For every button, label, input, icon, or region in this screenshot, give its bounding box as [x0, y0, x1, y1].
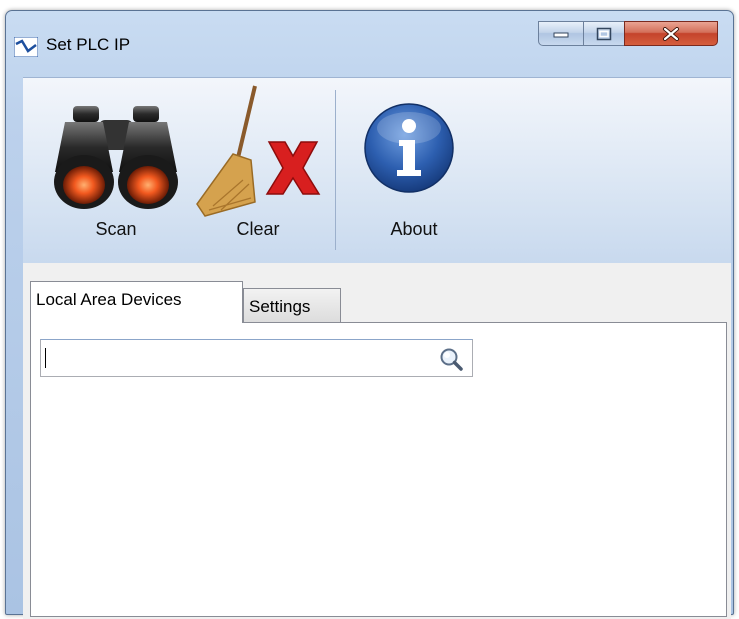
magnifier-icon[interactable] — [438, 346, 464, 372]
window-title: Set PLC IP — [46, 35, 131, 54]
tab-panel — [30, 322, 727, 617]
broom-with-red-x-icon — [196, 85, 321, 217]
about-label: About — [390, 219, 438, 239]
minimize-icon — [553, 32, 569, 37]
clear-label: Clear — [236, 219, 280, 239]
text-caret — [45, 348, 46, 368]
clear-button[interactable]: Clear — [183, 84, 333, 254]
about-button[interactable]: About — [339, 84, 489, 254]
app-window: Set PLC IP Scan Clear About Local Area D… — [5, 10, 734, 619]
tab-local-area-devices[interactable]: Local Area Devices — [30, 281, 243, 323]
client-area: Local Area Devices Settings — [23, 263, 731, 619]
minimize-button[interactable] — [538, 21, 584, 46]
search-input[interactable] — [40, 339, 473, 377]
ribbon-separator — [335, 90, 336, 250]
maximize-button[interactable] — [583, 21, 625, 46]
scan-button[interactable]: Scan — [27, 84, 205, 254]
tab-settings[interactable]: Settings — [243, 288, 341, 323]
toolbar-ribbon: Scan Clear About — [23, 77, 731, 263]
close-button[interactable] — [624, 21, 718, 46]
close-icon — [663, 26, 679, 41]
maximize-icon — [596, 27, 612, 40]
info-icon — [364, 103, 454, 193]
title-bar[interactable]: Set PLC IP — [6, 11, 733, 73]
scan-label: Scan — [95, 219, 137, 239]
binoculars-icon — [54, 106, 178, 209]
waveform-icon — [14, 37, 38, 57]
